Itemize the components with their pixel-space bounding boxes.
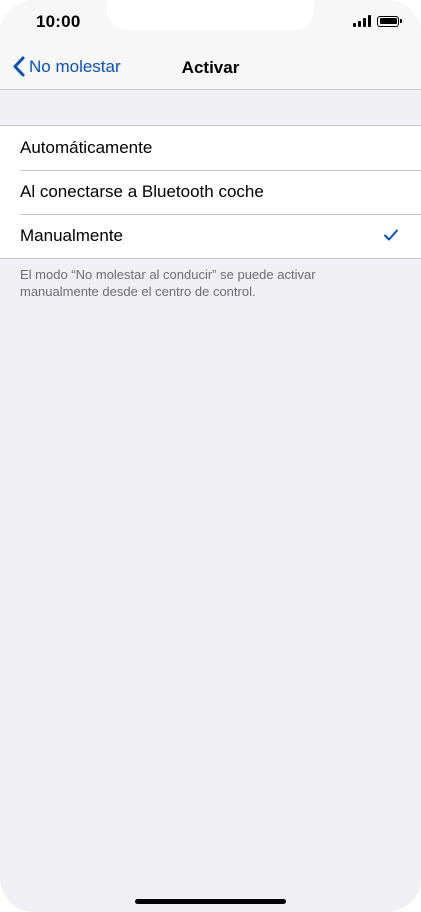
phone-screen: 10:00 No molestar Activar Automáticament… [0,0,421,912]
cellular-signal-icon [353,15,371,27]
option-manually[interactable]: Manualmente [0,214,421,258]
status-time: 10:00 [36,12,81,31]
activation-options-list: Automáticamente Al conectarse a Bluetoot… [0,125,421,259]
option-automatically[interactable]: Automáticamente [0,126,421,170]
page-title: Activar [181,58,240,77]
option-label: Manualmente [20,226,124,245]
option-label: Al conectarse a Bluetooth coche [20,182,264,201]
battery-icon [377,15,402,27]
checkmark-icon [384,229,398,241]
navigation-bar: 10:00 No molestar Activar [0,0,421,90]
option-bluetooth-car[interactable]: Al conectarse a Bluetooth coche [0,170,421,214]
device-notch [107,0,314,30]
footer-note: El modo “No molestar al conducir” se pue… [20,267,316,299]
status-icons [353,15,402,27]
home-indicator[interactable] [135,899,286,904]
option-label: Automáticamente [20,138,153,157]
